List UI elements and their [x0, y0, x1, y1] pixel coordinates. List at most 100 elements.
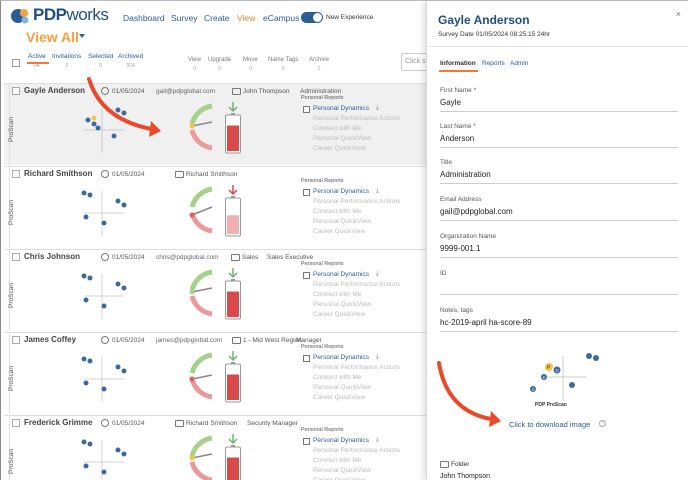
- checkbox-icon[interactable]: [303, 106, 310, 113]
- report-performance-actions[interactable]: Personal Performance Actions: [313, 364, 400, 371]
- table-row[interactable]: ProScan Gayle Anderson 01/05/2024 gail@p…: [4, 83, 429, 165]
- action-view[interactable]: View 0: [188, 57, 201, 72]
- caret-down-icon[interactable]: [79, 34, 85, 38]
- report-personal-quickview[interactable]: Personal QuickView: [313, 218, 371, 225]
- row-name[interactable]: James Coffey: [24, 335, 76, 344]
- logo-brand: PDP: [33, 5, 67, 24]
- row-proscan-chart[interactable]: [74, 98, 134, 162]
- action-archive[interactable]: Archive 0: [309, 57, 329, 72]
- report-performance-actions[interactable]: Personal Performance Actions: [313, 198, 400, 205]
- tab-invitations[interactable]: Invitations 2: [52, 53, 81, 69]
- report-personal-dynamics[interactable]: Personal Dynamics: [313, 354, 369, 361]
- download-icon[interactable]: ⤓: [376, 105, 379, 112]
- report-personal-quickview[interactable]: Personal QuickView: [313, 135, 371, 142]
- report-personal-dynamics[interactable]: Personal Dynamics: [313, 437, 369, 444]
- report-connect-with-me[interactable]: Connect with Me: [313, 457, 361, 464]
- action-count: 0: [317, 66, 321, 72]
- last-name-field[interactable]: Last Name * Anderson: [440, 123, 678, 148]
- help-icon[interactable]: ?: [599, 420, 606, 427]
- row-name[interactable]: Frederick Grimme: [24, 418, 92, 427]
- select-all-checkbox[interactable]: [12, 59, 20, 67]
- row-battery-chart: [225, 351, 241, 403]
- report-connect-with-me[interactable]: Connect with Me: [313, 291, 361, 298]
- checkbox-icon[interactable]: [12, 253, 20, 261]
- checkbox-icon[interactable]: [303, 438, 310, 445]
- checkbox-icon[interactable]: [303, 355, 310, 362]
- table-row[interactable]: ProScan James Coffey 01/05/2024 james@pd…: [4, 332, 429, 414]
- organization-field[interactable]: Organization Name 9999-001.1: [440, 233, 678, 258]
- field-value[interactable]: Administration: [440, 170, 491, 179]
- nav-survey[interactable]: Survey: [171, 13, 197, 23]
- field-label: Email Address: [440, 196, 482, 203]
- download-icon[interactable]: ⤓: [376, 437, 379, 444]
- report-personal-quickview[interactable]: Personal QuickView: [313, 384, 371, 391]
- tab-archived[interactable]: Archived 974: [118, 53, 143, 69]
- new-experience-toggle[interactable]: [301, 12, 323, 23]
- report-performance-actions[interactable]: Personal Performance Actions: [313, 115, 400, 122]
- table-row[interactable]: ProScan Chris Johnson 01/05/2024 chris@p…: [4, 249, 429, 331]
- logo-text[interactable]: PDPworks: [33, 5, 109, 25]
- row-name[interactable]: Gayle Anderson: [24, 86, 85, 95]
- report-performance-actions[interactable]: Personal Performance Actions: [313, 281, 400, 288]
- report-personal-dynamics[interactable]: Personal Dynamics: [313, 188, 369, 195]
- nav-view[interactable]: View: [237, 13, 255, 23]
- chart-point: [121, 451, 127, 457]
- report-connect-with-me[interactable]: Connect with Me: [313, 125, 361, 132]
- nav-dashboard[interactable]: Dashboard: [123, 13, 165, 23]
- checkbox-icon[interactable]: [12, 170, 20, 178]
- first-name-field[interactable]: First Name * Gayle: [440, 87, 678, 112]
- action-name-tags[interactable]: Name Tags 0: [268, 57, 298, 72]
- report-performance-actions[interactable]: Personal Performance Actions: [313, 447, 400, 454]
- row-name[interactable]: Chris Johnson: [24, 252, 80, 261]
- row-proscan-chart[interactable]: [74, 264, 134, 328]
- chart-point-k: [593, 355, 599, 361]
- table-row[interactable]: ProScan Frederick Grimme 01/05/2024 Rich…: [4, 415, 429, 480]
- notes-field[interactable]: Notes, tags hc-2019-april ha-score-89: [440, 307, 678, 332]
- checkbox-icon[interactable]: [12, 419, 20, 427]
- row-proscan-chart[interactable]: [74, 181, 134, 245]
- download-image-link[interactable]: Click to download image: [509, 420, 590, 429]
- reports-list: Personal Reports Personal Dynamics ⤓ Per…: [301, 178, 400, 235]
- row-proscan-chart[interactable]: [74, 430, 134, 480]
- tab-information[interactable]: Information: [440, 60, 476, 67]
- download-icon[interactable]: ⤓: [376, 271, 379, 278]
- report-personal-dynamics[interactable]: Personal Dynamics: [313, 271, 369, 278]
- report-personal-quickview[interactable]: Personal QuickView: [313, 467, 371, 474]
- nav-ecampus[interactable]: eCampus: [263, 13, 299, 23]
- nav-create[interactable]: Create: [204, 13, 230, 23]
- checkbox-icon[interactable]: [12, 336, 20, 344]
- report-personal-dynamics[interactable]: Personal Dynamics: [313, 105, 369, 112]
- report-connect-with-me[interactable]: Connect with Me: [313, 208, 361, 215]
- tab-active[interactable]: Active 94: [28, 53, 46, 69]
- row-name[interactable]: Richard Smithson: [24, 169, 92, 178]
- field-value[interactable]: Anderson: [440, 134, 474, 143]
- report-career-quickview[interactable]: Career QuickView: [313, 228, 365, 235]
- tab-reports[interactable]: Reports: [482, 60, 505, 67]
- table-row[interactable]: ProScan Richard Smithson 01/05/2024 Rich…: [4, 166, 429, 248]
- id-field[interactable]: ID: [440, 270, 678, 295]
- close-icon[interactable]: ×: [676, 9, 681, 19]
- action-move[interactable]: Move 0: [243, 57, 258, 72]
- email-field[interactable]: Email Address gail@pdpglobal.com: [440, 196, 678, 221]
- checkbox-icon[interactable]: [12, 87, 20, 95]
- report-career-quickview[interactable]: Career QuickView: [313, 394, 365, 401]
- tab-admin[interactable]: Admin: [510, 60, 528, 67]
- field-value[interactable]: 9999-001.1: [440, 244, 480, 253]
- title-field[interactable]: Title Administration: [440, 159, 678, 184]
- action-upgrade[interactable]: Upgrade 0: [208, 57, 231, 72]
- download-icon[interactable]: ⤓: [376, 354, 379, 361]
- checkbox-icon[interactable]: [303, 272, 310, 279]
- report-connect-with-me[interactable]: Connect with Me: [313, 374, 361, 381]
- page-title[interactable]: View All: [26, 29, 79, 45]
- download-icon[interactable]: ⤓: [376, 188, 379, 195]
- row-battery-chart: [225, 102, 241, 154]
- tab-selected[interactable]: Selected 0: [88, 53, 113, 69]
- checkbox-icon[interactable]: [303, 189, 310, 196]
- report-personal-quickview[interactable]: Personal QuickView: [313, 301, 371, 308]
- report-career-quickview[interactable]: Career QuickView: [313, 311, 365, 318]
- row-proscan-chart[interactable]: [74, 347, 134, 411]
- report-career-quickview[interactable]: Career QuickView: [313, 145, 365, 152]
- field-value[interactable]: Gayle: [440, 98, 461, 107]
- field-value[interactable]: hc-2019-april ha-score-89: [440, 318, 532, 327]
- field-value[interactable]: gail@pdpglobal.com: [440, 207, 513, 216]
